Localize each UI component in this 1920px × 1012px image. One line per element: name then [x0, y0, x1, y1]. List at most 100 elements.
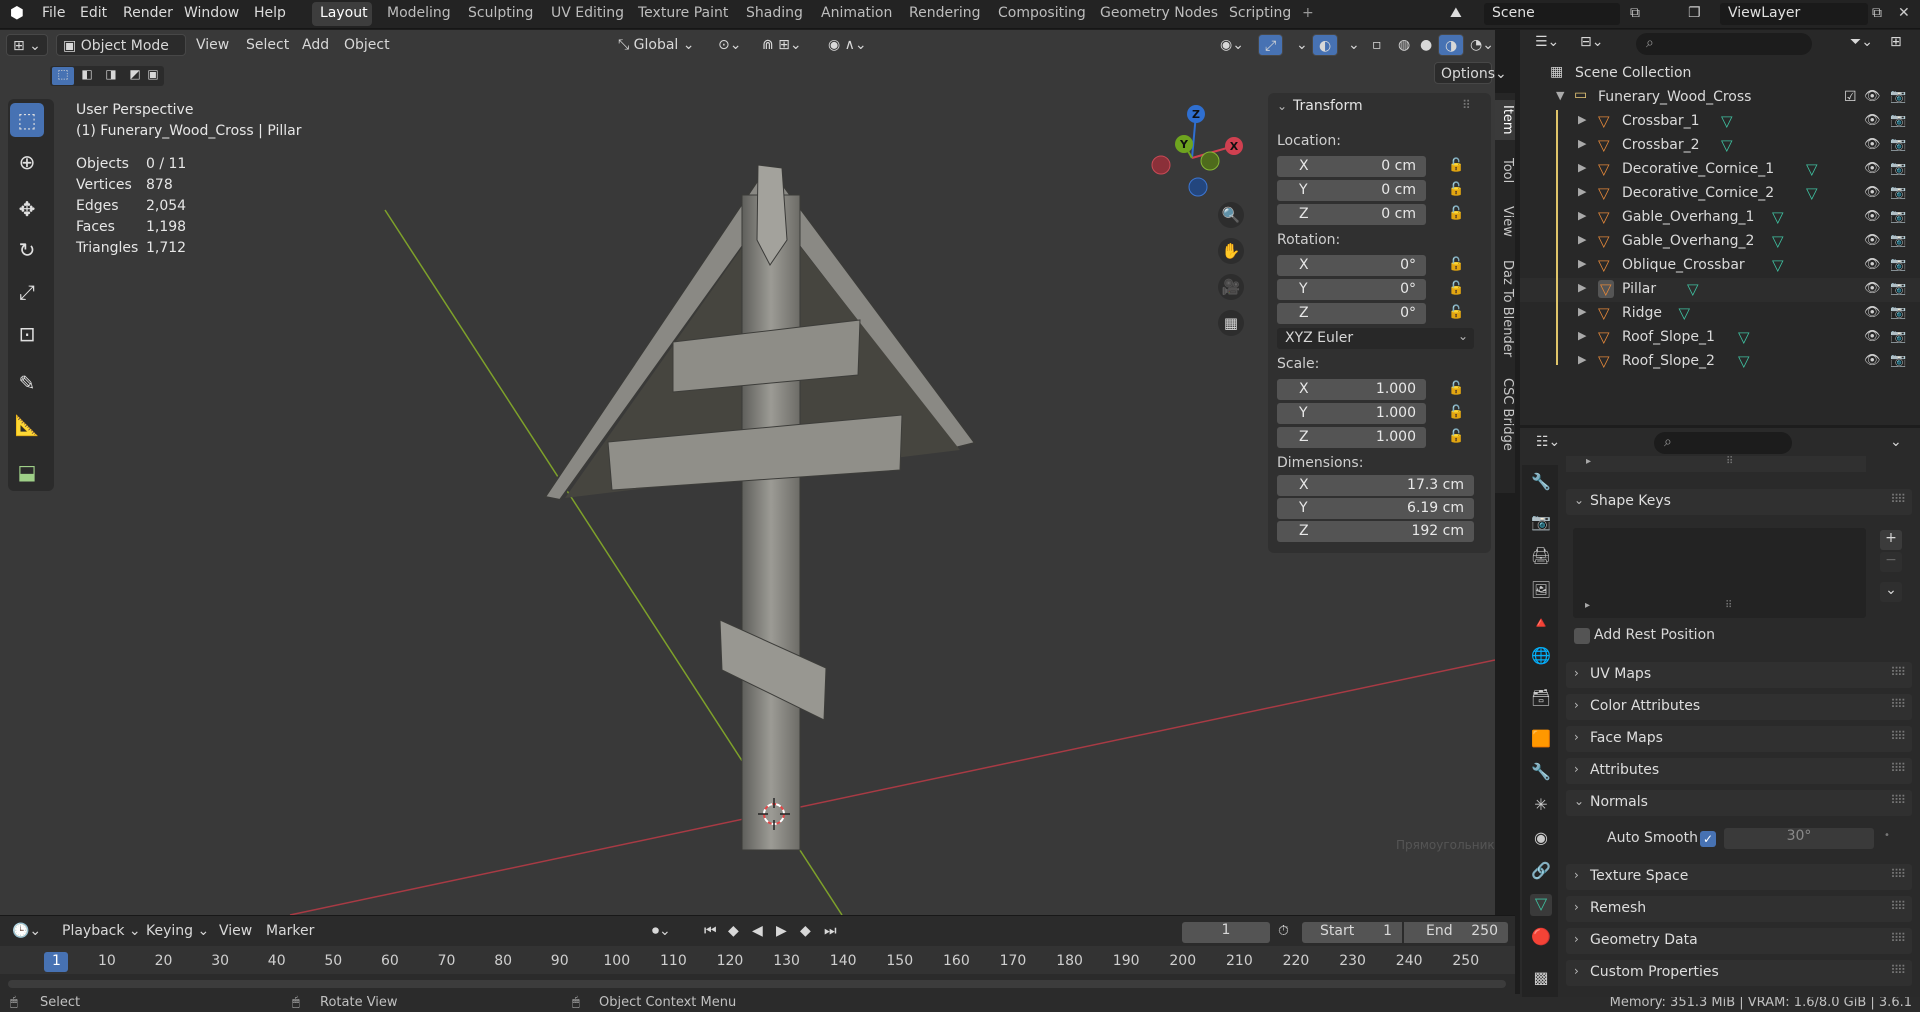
lock-icon[interactable]: 🔓 [1448, 305, 1464, 321]
dimensions-z-field[interactable]: Z 192 cm [1277, 521, 1474, 542]
properties-editor-icon[interactable]: ☷⌄ [1536, 434, 1560, 450]
section-custom-properties[interactable]: › Custom Properties ⠿⠿ [1566, 960, 1912, 986]
expand-arrow-icon[interactable]: ▶ [1578, 305, 1586, 318]
proportional-edit-icon[interactable]: ◉ ∧⌄ [822, 34, 873, 56]
menu-select[interactable]: Select [240, 34, 295, 56]
expand-arrow-icon[interactable]: ▶ [1578, 353, 1586, 366]
section-normals[interactable]: ⌄ Normals ⠿⠿ [1566, 790, 1912, 816]
outliner-search[interactable]: ⌕ [1636, 33, 1812, 55]
outliner-item-oblique-crossbar[interactable]: ▶ ▽ Oblique_Crossbar ▽ 👁 📷 [1520, 254, 1920, 278]
outliner-item-roof-slope-1[interactable]: ▶ ▽ Roof_Slope_1 ▽ 👁 📷 [1520, 326, 1920, 350]
section-texture-space[interactable]: › Texture Space ⠿⠿ [1566, 864, 1912, 890]
add-shape-key-icon[interactable]: + [1880, 530, 1902, 550]
eye-icon[interactable]: 👁 [1864, 281, 1881, 296]
zoom-icon[interactable]: 🔍 [1218, 202, 1244, 228]
camera-icon[interactable]: 📷 [1890, 161, 1906, 176]
rotation-mode-select[interactable]: XYZ Euler ⌄ [1277, 328, 1474, 349]
play-small-icon[interactable]: ▸ [1585, 600, 1590, 611]
tab-layout[interactable]: Layout [320, 5, 368, 21]
eye-icon[interactable]: 👁 [1864, 209, 1881, 224]
outliner-item-gable-overhang-2[interactable]: ▶ ▽ Gable_Overhang_2 ▽ 👁 📷 [1520, 230, 1920, 254]
scene-field[interactable]: Scene [1484, 3, 1620, 25]
perspective-toggle-icon[interactable]: ▦ [1218, 310, 1244, 336]
texture-icon[interactable]: ▩ [1530, 968, 1552, 990]
menu-timeline-view[interactable]: View [219, 923, 252, 939]
view-layer-icon[interactable]: ❐ [1688, 5, 1701, 21]
play-small-icon[interactable]: ▸ [1586, 456, 1591, 467]
editor-type-button[interactable]: ⊞ ⌄ [6, 34, 48, 56]
menu-playback[interactable]: Playback ⌄ [62, 923, 141, 939]
drag-grip-icon[interactable]: ⠿ [1462, 98, 1471, 112]
rotation-y-field[interactable]: Y 0° [1277, 279, 1426, 300]
material-shading-icon[interactable]: ◑ [1438, 34, 1465, 56]
eye-icon[interactable]: 👁 [1864, 233, 1881, 248]
select-box-icon[interactable]: ⬚ [10, 103, 44, 137]
auto-smooth-checkbox[interactable]: ✓ [1700, 831, 1716, 847]
menu-view[interactable]: View [190, 34, 235, 56]
orientation-selector[interactable]: ⤡ Global ⌄ [612, 34, 708, 56]
eye-icon[interactable]: 👁 [1864, 113, 1881, 128]
expand-arrow-icon[interactable]: ▶ [1578, 329, 1586, 342]
location-y-field[interactable]: Y 0 cm [1277, 180, 1426, 201]
section-geometry-data[interactable]: › Geometry Data ⠿⠿ [1566, 928, 1912, 954]
expand-arrow-icon[interactable]: ▶ [1578, 257, 1586, 270]
add-cube-icon[interactable]: ⬓ [10, 455, 44, 489]
tab-csc-bridge[interactable]: CSC Bridge [1495, 376, 1515, 452]
eye-icon[interactable]: 👁 [1864, 305, 1881, 320]
filter-icon[interactable]: ⏷⌄ [1850, 34, 1873, 50]
expand-arrow-icon[interactable]: ▶ [1578, 185, 1586, 198]
outliner-item-gable-overhang-1[interactable]: ▶ ▽ Gable_Overhang_1 ▽ 👁 📷 [1520, 206, 1920, 230]
world-icon[interactable]: 🌐 [1530, 646, 1552, 668]
play-icon[interactable]: ▶ [776, 923, 787, 939]
camera-icon[interactable]: 📷 [1890, 209, 1906, 224]
camera-icon[interactable]: 📷 [1890, 305, 1906, 320]
camera-icon[interactable]: 📷 [1890, 257, 1906, 272]
outliner-item-pillar[interactable]: ▶ ▽ Pillar ▽ 👁 📷 [1520, 278, 1920, 302]
drag-grip-icon[interactable]: ⠿ [1726, 456, 1733, 467]
lock-icon[interactable]: 🔓 [1448, 281, 1464, 297]
section-remesh[interactable]: › Remesh ⠿⠿ [1566, 896, 1912, 922]
rotate-icon[interactable]: ↻ [10, 233, 44, 267]
dimensions-y-field[interactable]: Y 6.19 cm [1277, 498, 1474, 519]
render-icon[interactable]: 📷 [1530, 512, 1552, 534]
select-extend-icon[interactable]: ◧ [76, 67, 98, 85]
new-collection-icon[interactable]: ⊞ [1890, 34, 1902, 50]
outliner-scene-collection[interactable]: ▦ Scene Collection [1520, 62, 1920, 86]
eye-icon[interactable]: 👁 [1864, 329, 1881, 344]
select-new-icon[interactable]: ⬚ [52, 67, 74, 85]
dimensions-x-field[interactable]: X 17.3 cm [1277, 475, 1474, 496]
menu-help[interactable]: Help [254, 5, 286, 21]
scale-z-field[interactable]: Z 1.000 [1277, 427, 1426, 448]
select-intersect-icon[interactable]: ▣ [144, 67, 162, 85]
camera-icon[interactable]: 📷 [1890, 329, 1906, 344]
transform-icon[interactable]: ⊡ [10, 317, 44, 351]
eye-icon[interactable]: 👁 [1864, 257, 1881, 272]
annotate-icon[interactable]: ✎ [10, 366, 44, 400]
section-face-maps[interactable]: › Face Maps ⠿⠿ [1566, 726, 1912, 752]
tab-rendering[interactable]: Rendering [909, 5, 981, 21]
timeline-scrollbar[interactable] [8, 980, 1506, 988]
new-view-layer-icon[interactable]: ⧉ [1872, 5, 1882, 21]
outliner-editor-icon[interactable]: ☰⌄ [1535, 34, 1559, 50]
menu-file[interactable]: File [42, 5, 65, 21]
lock-icon[interactable]: 🔓 [1448, 429, 1464, 445]
xray-icon[interactable]: ▫ [1366, 34, 1388, 56]
outliner-item-ridge[interactable]: ▶ ▽ Ridge ▽ 👁 📷 [1520, 302, 1920, 326]
gizmo-toggle-icon[interactable]: ⤢ [1258, 34, 1284, 56]
tab-uv-editing[interactable]: UV Editing [551, 5, 624, 21]
scale-x-field[interactable]: X 1.000 [1277, 379, 1426, 400]
camera-icon[interactable]: 📷 [1890, 89, 1906, 104]
timeline-editor-icon[interactable]: 🕒⌄ [12, 923, 41, 939]
object-icon[interactable]: 🟧 [1530, 729, 1552, 751]
solid-shading-icon[interactable]: ● [1414, 34, 1438, 56]
tab-sculpting[interactable]: Sculpting [468, 5, 533, 21]
menu-keying[interactable]: Keying ⌄ [146, 923, 209, 939]
visibility-icon[interactable]: ◉⌄ [1214, 34, 1250, 56]
play-reverse-icon[interactable]: ◀ [752, 923, 763, 939]
menu-add[interactable]: Add [296, 34, 335, 56]
remove-view-layer-icon[interactable]: ✕ [1898, 5, 1910, 21]
rotation-z-field[interactable]: Z 0° [1277, 303, 1426, 324]
select-invert-icon[interactable]: ◩ [124, 67, 146, 85]
jump-start-icon[interactable]: ⏮ [704, 923, 717, 939]
lock-icon[interactable]: 🔓 [1448, 405, 1464, 421]
